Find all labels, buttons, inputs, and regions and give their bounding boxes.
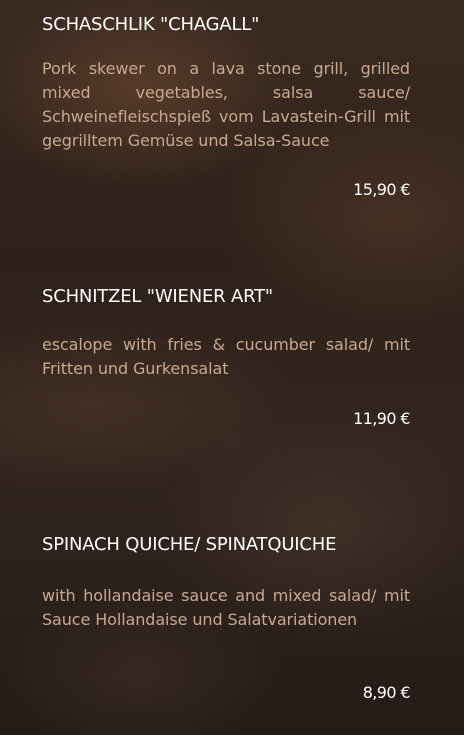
menu-item-schaschlik: SCHASCHLIK "CHAGALL" Pork skewer on a la… — [42, 14, 411, 199]
menu-item-description: Pork skewer on a lava stone grill, grill… — [42, 59, 410, 150]
menu-item-title: SCHNITZEL "WIENER ART" — [42, 286, 273, 307]
menu-item-schnitzel: SCHNITZEL "WIENER ART" escalope with fri… — [42, 286, 411, 428]
menu-item-description: with hollandaise sauce and mixed salad/ … — [42, 586, 410, 629]
menu-item-title: SCHASCHLIK "CHAGALL" — [42, 14, 260, 35]
menu-item-title: SPINACH QUICHE/ SPINATQUICHE — [42, 534, 337, 555]
menu-item-spinach-quiche: SPINACH QUICHE/ SPINATQUICHE with hollan… — [42, 534, 411, 702]
menu-item-price: 11,90 € — [353, 409, 410, 428]
menu-item-price: 8,90 € — [362, 683, 411, 702]
menu-item-description: escalope with fries & cucumber salad/ mi… — [42, 335, 410, 378]
menu-item-price: 15,90 € — [353, 180, 410, 199]
